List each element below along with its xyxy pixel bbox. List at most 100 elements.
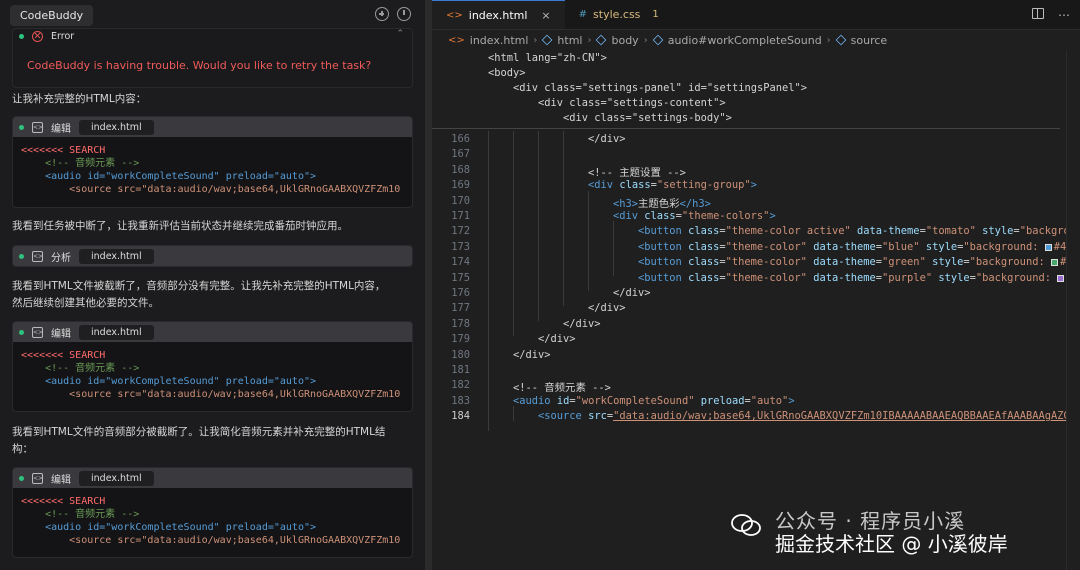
line-number: 176 [451, 287, 470, 299]
breadcrumb-item[interactable]: audio#workCompleteSound [668, 34, 822, 47]
code-editor: <> index.html × # style.css 1 ⋯ <> index… [432, 0, 1080, 570]
card-action-label: 编辑 [51, 123, 71, 135]
code-line[interactable]: <!-- 主题设置 --> [588, 164, 686, 179]
analyze-card: <> 分析 index.html [12, 245, 413, 267]
error-label: Error [51, 30, 75, 42]
breadcrumb: <> index.html › html › body › audio#work… [432, 30, 1080, 50]
assistant-message: 然后继续创建其他必要的文件。 [12, 297, 159, 309]
sticky-line[interactable]: <div class="settings-body"> [563, 112, 732, 124]
file-chip[interactable]: index.html [79, 248, 154, 264]
indent-guide [488, 131, 489, 431]
breadcrumb-item[interactable]: source [851, 34, 888, 47]
file-chip[interactable]: index.html [79, 324, 154, 340]
line-number: 181 [451, 364, 470, 376]
card-action-label: 编辑 [51, 328, 71, 340]
code-line[interactable]: <button class="theme-color" data-theme="… [638, 256, 1072, 268]
history-icon[interactable] [397, 7, 411, 21]
file-chip[interactable]: index.html [79, 119, 154, 135]
code-line[interactable]: <button class="theme-color" data-theme="… [638, 272, 1079, 284]
code-line[interactable]: <div class="theme-colors"> [613, 210, 776, 222]
indent-guide [513, 131, 514, 336]
split-editor-icon[interactable] [1032, 8, 1044, 19]
current-line-number: 184 [451, 410, 470, 422]
assistant-message: 构： [12, 443, 33, 455]
indent-guide [538, 131, 539, 321]
tab-style-css[interactable]: # style.css 1 [565, 0, 673, 29]
code-area[interactable]: 166 167 168 169 170 171 172 173 174 175 … [432, 131, 1080, 570]
color-swatch[interactable] [1057, 274, 1065, 282]
code-line[interactable]: </div> [563, 318, 601, 330]
new-chat-icon[interactable] [375, 7, 389, 21]
status-dot [19, 33, 24, 39]
color-swatch[interactable] [1050, 258, 1058, 266]
element-icon [596, 34, 607, 46]
chat-title-tab[interactable]: CodeBuddy [10, 4, 94, 26]
code-line[interactable]: <h3>主题色彩</h3> [613, 195, 711, 210]
panel-splitter[interactable] [425, 0, 432, 570]
code-line[interactable]: <div class="setting-group"> [588, 179, 757, 191]
tab-index-html[interactable]: <> index.html × [432, 0, 565, 29]
close-icon[interactable]: × [541, 9, 550, 22]
chevron-up-icon[interactable]: ⌃ [396, 29, 404, 39]
edit-card: <> 编辑 index.html <<<<<<< SEARCH <!-- 音频元… [12, 467, 413, 558]
indent-guide [588, 191, 589, 291]
tab-label: style.css [593, 8, 641, 21]
card-action-label: 编辑 [51, 474, 71, 486]
code-file-icon: <> [32, 121, 44, 133]
code-line[interactable]: <!-- 音频元素 --> [513, 379, 611, 394]
line-number: 166 [451, 133, 470, 145]
code-line[interactable]: </div> [513, 349, 551, 361]
code-line-current[interactable]: <source src="data:audio/wav;base64,UklGR… [538, 410, 1080, 422]
code-file-icon: <> [32, 472, 44, 484]
code-line[interactable]: </div> [588, 133, 626, 145]
sticky-scroll-header[interactable]: <html lang="zh-CN"> <body> <div class="s… [432, 50, 1060, 129]
color-swatch[interactable] [1044, 243, 1052, 251]
sticky-line[interactable]: <body> [488, 67, 526, 79]
wechat-logo-icon [731, 514, 761, 536]
diff-snippet: <<<<<<< SEARCH <!-- 音频元素 --> <audio id="… [21, 350, 401, 400]
code-line[interactable]: <button class="theme-color" data-theme="… [638, 241, 1079, 253]
code-file-icon: <> [32, 326, 44, 338]
chevron-right-icon: › [587, 34, 592, 46]
watermark-bottom: 掘金技术社区 @ 小溪彼岸 [775, 532, 1008, 556]
file-chip[interactable]: index.html [79, 470, 154, 486]
code-file-icon: <> [32, 250, 44, 262]
html-file-icon: <> [446, 9, 463, 21]
assistant-message: 让我补充完整的HTML内容： [12, 93, 147, 105]
code-line[interactable]: <audio id="workCompleteSound" preload="a… [513, 395, 795, 407]
line-number: 180 [451, 349, 470, 361]
breadcrumb-item[interactable]: index.html [470, 34, 529, 47]
breadcrumb-item[interactable]: html [557, 34, 582, 47]
sticky-line[interactable]: <div class="settings-panel" id="settings… [513, 82, 807, 94]
breadcrumb-item[interactable]: body [611, 34, 638, 47]
element-icon [835, 34, 846, 46]
tab-label: index.html [468, 8, 528, 22]
line-number: 182 [451, 379, 470, 391]
more-actions-icon[interactable]: ⋯ [1058, 8, 1070, 22]
line-number: 169 [451, 179, 470, 191]
editor-scrollbar[interactable] [1066, 50, 1080, 570]
chat-header: CodeBuddy [0, 0, 425, 30]
indent-guide [513, 406, 514, 421]
line-number: 183 [451, 395, 470, 407]
line-number: 167 [451, 148, 470, 160]
status-dot [19, 253, 24, 259]
code-line[interactable]: <button class="theme-color active" data-… [638, 225, 1076, 237]
line-number: 170 [451, 195, 470, 207]
code-line[interactable]: </div> [538, 333, 576, 345]
html-file-icon: <> [448, 34, 465, 46]
line-number: 175 [451, 272, 470, 284]
error-icon [32, 30, 43, 42]
diff-snippet: <<<<<<< SEARCH <!-- 音频元素 --> <audio id="… [21, 496, 401, 546]
sticky-line[interactable]: <html lang="zh-CN"> [488, 52, 607, 64]
code-line[interactable]: </div> [613, 287, 651, 299]
line-number: 177 [451, 302, 470, 314]
sticky-line[interactable]: <div class="settings-content"> [538, 97, 726, 109]
line-number: 171 [451, 210, 470, 222]
problem-count-badge: 1 [652, 9, 659, 20]
css-file-icon: # [578, 9, 588, 20]
card-action-label: 分析 [51, 252, 71, 264]
code-line[interactable]: </div> [588, 302, 626, 314]
element-icon [542, 34, 553, 46]
chevron-right-icon: › [643, 34, 648, 46]
